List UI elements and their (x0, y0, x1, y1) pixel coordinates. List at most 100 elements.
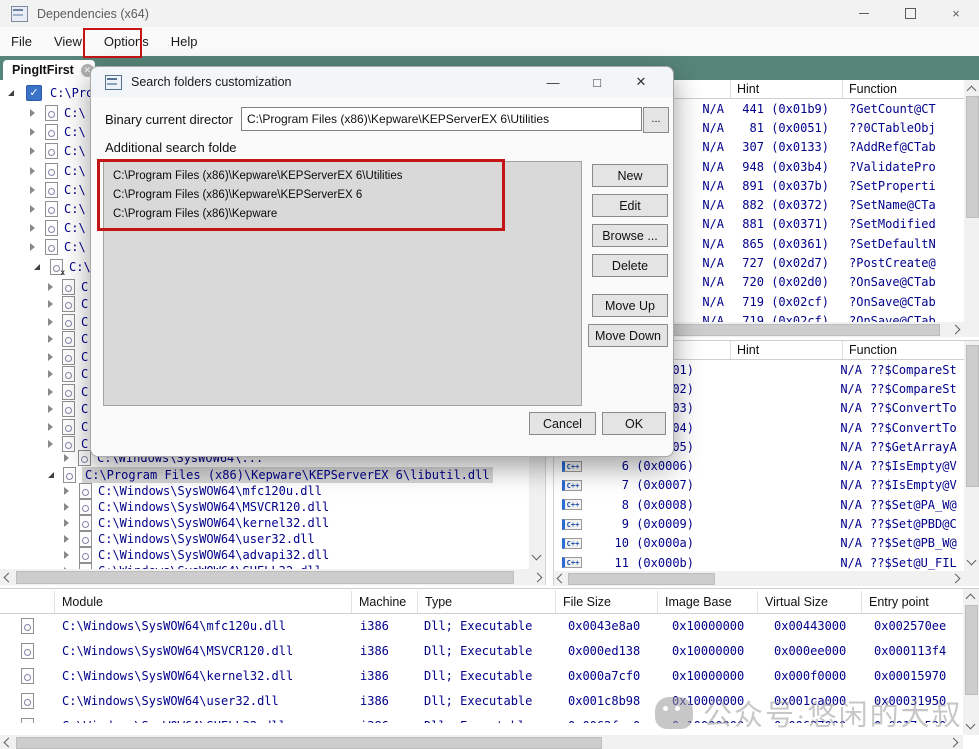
menu-help[interactable]: Help (160, 27, 209, 56)
move-down-button[interactable]: Move Down (588, 324, 668, 347)
collapse-icon[interactable] (48, 300, 53, 308)
collapse-icon[interactable] (48, 353, 53, 361)
function-column-header[interactable]: Function (843, 80, 979, 98)
export-row[interactable]: 7 (0x0007) N/A ??$IsEmpty@V (554, 476, 964, 495)
collapse-icon[interactable] (48, 370, 53, 378)
binary-dir-input[interactable]: C:\Program Files (x86)\Kepware\KEPServer… (241, 107, 642, 131)
collapse-icon[interactable] (64, 503, 69, 511)
close-button[interactable]: × (933, 0, 979, 27)
export-row[interactable]: 6 (0x0006) N/A ??$IsEmpty@V (554, 456, 964, 475)
collapse-icon[interactable] (30, 128, 35, 136)
folder-item[interactable]: C:\Program Files (x86)\Kepware (104, 204, 581, 223)
tree-row[interactable]: C:\ (30, 200, 86, 217)
minimize-button[interactable] (841, 0, 887, 27)
collapse-icon[interactable] (64, 551, 69, 559)
edit-button[interactable]: Edit (592, 194, 668, 217)
menu-view[interactable]: View (43, 27, 93, 56)
module-row[interactable]: C:\Windows\SysWOW64\mfc120u.dll i386 Dll… (0, 613, 963, 638)
collapse-icon[interactable] (30, 243, 35, 251)
imagebase-column-header[interactable]: Image Base (658, 591, 758, 613)
hint-column-header[interactable]: Hint (731, 80, 843, 98)
module-row[interactable]: C:\Windows\SysWOW64\user32.dll i386 Dll;… (0, 688, 963, 713)
hint-column-header[interactable]: Hint (731, 341, 843, 359)
collapse-icon[interactable] (48, 283, 53, 291)
export-row[interactable]: 10 (0x000a) N/A ??$Set@PB_W@ (554, 534, 964, 553)
dialog-minimize-button[interactable]: — (531, 75, 575, 90)
collapse-icon[interactable] (64, 535, 69, 543)
module-row[interactable]: C:\Windows\SysWOW64\MSVCR120.dll i386 Dl… (0, 638, 963, 663)
root-checkbox[interactable]: ✓ (26, 85, 42, 101)
export-row[interactable]: 8 (0x0008) N/A ??$Set@PA_W@ (554, 495, 964, 514)
folder-item[interactable]: C:\Program Files (x86)\Kepware\KEPServer… (104, 166, 581, 185)
tree-row[interactable]: C:\Windows\SysWOW64\kernel32.dll (0, 515, 528, 531)
function-column-header[interactable]: Function (843, 341, 979, 359)
machine-column-header[interactable]: Machine (352, 591, 418, 613)
collapse-icon[interactable] (64, 487, 69, 495)
tree-row[interactable]: C:\Windows\SysWOW64\mfc120u.dll (0, 483, 528, 499)
tree-row[interactable]: C:\ (30, 219, 86, 236)
tree-row[interactable]: C:\ (30, 162, 86, 179)
menu-options[interactable]: Options (93, 27, 160, 56)
collapse-icon[interactable] (30, 186, 35, 194)
collapse-icon[interactable] (48, 423, 53, 431)
move-up-button[interactable]: Move Up (592, 294, 668, 317)
menu-file[interactable]: File (0, 27, 43, 56)
tree-row[interactable]: C:\Windows\SysWOW64\MSVCR120.dll (0, 499, 528, 515)
module-row[interactable]: C:\Windows\SysWOW64\kernel32.dll i386 Dl… (0, 663, 963, 688)
expand-icon[interactable] (8, 90, 14, 96)
collapse-icon[interactable] (48, 440, 53, 448)
tree-row-expanded[interactable]: x C:\ (34, 258, 91, 275)
browse-button[interactable]: Browse ... (592, 224, 668, 247)
tree-row[interactable]: C:\ (30, 104, 86, 121)
collapse-icon[interactable] (30, 147, 35, 155)
module-icon-column-header[interactable] (0, 591, 55, 613)
folders-listbox[interactable]: C:\Program Files (x86)\Kepware\KEPServer… (103, 161, 582, 406)
type-column-header[interactable]: Type (418, 591, 556, 613)
tree-row[interactable]: C:\ (30, 142, 86, 159)
expand-icon[interactable] (34, 264, 40, 270)
expand-icon[interactable] (48, 472, 54, 478)
delete-button[interactable]: Delete (592, 254, 668, 277)
entrypoint-cell: 0x00031950 (862, 694, 963, 708)
collapse-icon[interactable] (64, 519, 69, 527)
function-cell: ??0CTableObj (849, 121, 936, 135)
module-column-header[interactable]: Module (55, 591, 352, 613)
new-button[interactable]: New (592, 164, 668, 187)
maximize-button[interactable] (887, 0, 933, 27)
imports-vscrollbar[interactable] (964, 80, 979, 337)
cancel-button[interactable]: Cancel (529, 412, 596, 435)
collapse-icon[interactable] (30, 224, 35, 232)
collapse-icon[interactable] (30, 167, 35, 175)
collapse-icon[interactable] (48, 318, 53, 326)
modules-vscrollbar[interactable] (963, 589, 979, 735)
exports-vscrollbar[interactable] (964, 341, 979, 586)
tab-pingitfirst[interactable]: PingItFirst ✕ (3, 60, 95, 80)
collapse-icon[interactable] (48, 335, 53, 343)
modules-hscrollbar[interactable] (0, 735, 963, 749)
collapse-icon[interactable] (64, 454, 69, 462)
tree-hscrollbar[interactable] (0, 569, 545, 585)
tree-row[interactable]: C:\ (30, 181, 86, 198)
export-row[interactable]: 11 (0x000b) N/A ??$Set@U_FIL (554, 553, 964, 571)
folder-item[interactable]: C:\Program Files (x86)\Kepware\KEPServer… (104, 185, 581, 204)
collapse-icon[interactable] (30, 109, 35, 117)
entrypoint-column-header[interactable]: Entry point (862, 591, 963, 613)
filesize-column-header[interactable]: File Size (556, 591, 658, 613)
ok-button[interactable]: OK (602, 412, 666, 435)
dialog-maximize-button[interactable]: □ (575, 75, 619, 90)
tree-row-selected[interactable]: C:\Program Files (x86)\Kepware\KEPServer… (48, 466, 493, 483)
collapse-icon[interactable] (48, 388, 53, 396)
virtualsize-column-header[interactable]: Virtual Size (758, 591, 862, 613)
tree-row[interactable]: C:\Windows\SysWOW64\advapi32.dll (0, 547, 528, 563)
tree-row[interactable]: C:\ (30, 238, 86, 255)
tree-row[interactable]: C:\Windows\SysWOW64\user32.dll (0, 531, 528, 547)
tree-root-row[interactable]: ✓ C:\Pro (8, 84, 93, 101)
collapse-icon[interactable] (48, 405, 53, 413)
dialog-close-button[interactable]: ✕ (619, 74, 663, 90)
collapse-icon[interactable] (30, 205, 35, 213)
tree-row[interactable]: C:\ (30, 123, 86, 140)
browse-dots-button[interactable]: ... (643, 107, 669, 133)
module-row[interactable]: C:\Windows\SysWOW64\SHELL32.dll i386 Dll… (0, 713, 963, 723)
export-row[interactable]: 9 (0x0009) N/A ??$Set@PBD@C (554, 514, 964, 533)
exports-hscrollbar[interactable] (554, 571, 964, 586)
